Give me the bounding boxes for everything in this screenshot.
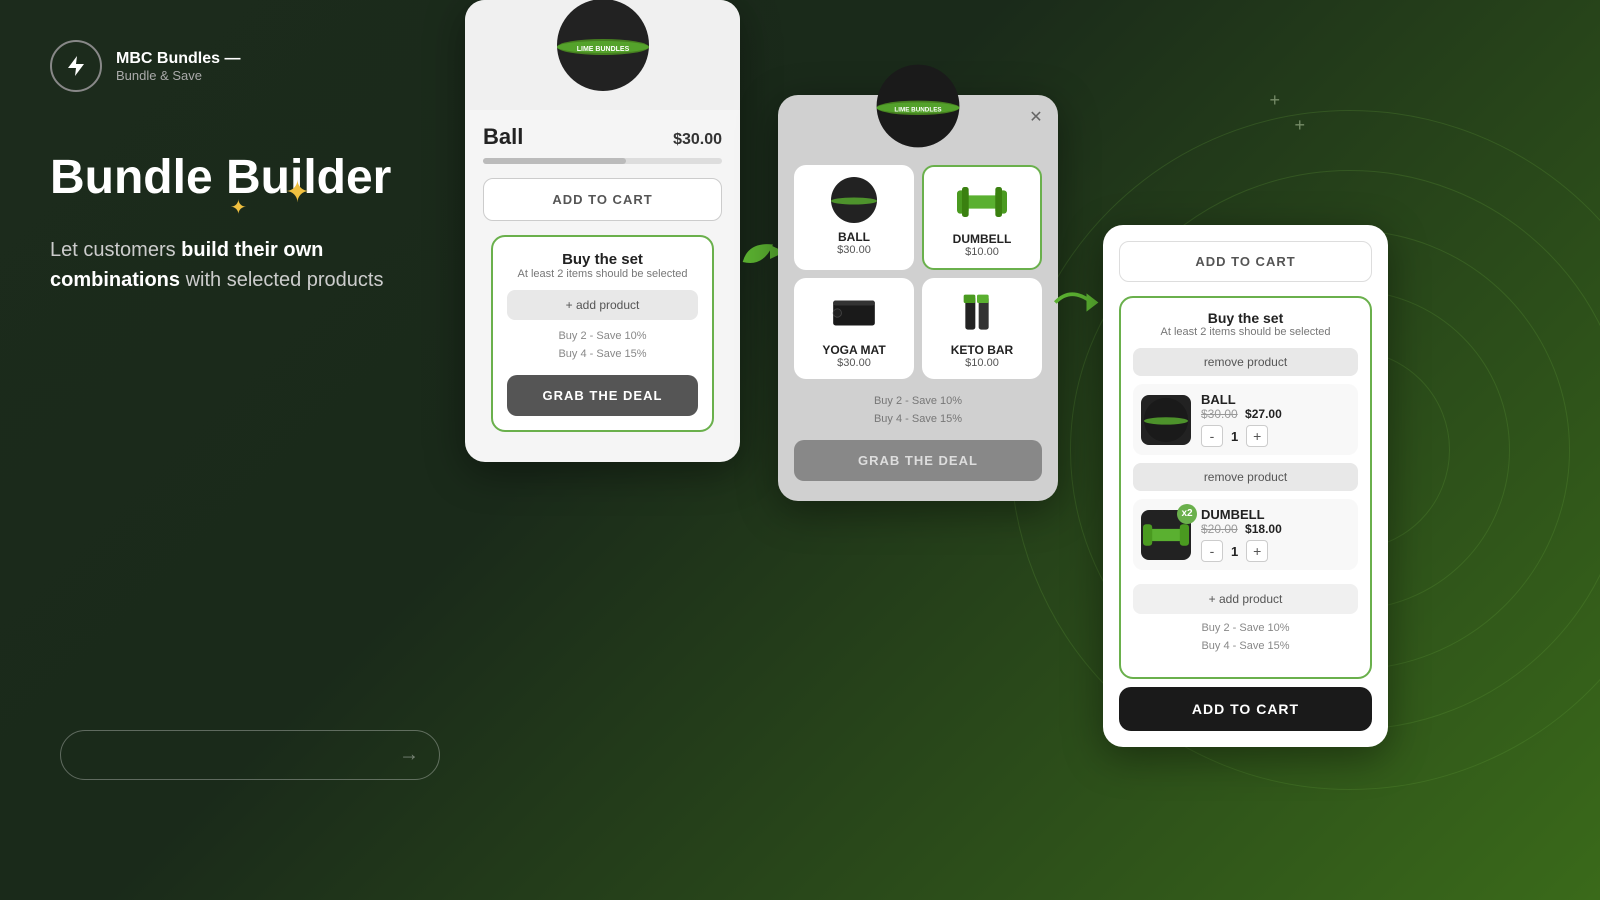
- product-cell-keto-bar[interactable]: KETO BAR $10.00: [922, 278, 1042, 379]
- ball-qty-value: 1: [1231, 429, 1238, 444]
- plus-decoration-2: +: [1294, 115, 1305, 136]
- ball-price-original: $30.00: [1201, 407, 1238, 421]
- dumbell-badge: x2: [1177, 504, 1197, 524]
- ball-item-prices: $30.00 $27.00: [1201, 407, 1350, 421]
- ball-cell-name: BALL: [802, 230, 906, 244]
- bundle-savings-3: Buy 2 - Save 10% Buy 4 - Save 15%: [1133, 620, 1358, 655]
- logo-title: MBC Bundles —: [116, 50, 240, 68]
- ball-image-2: LIME BUNDLES: [873, 61, 963, 151]
- plus-decoration-1: +: [1269, 90, 1280, 111]
- keto-bar-cell-icon: [957, 288, 1007, 338]
- progress-bar: [483, 158, 722, 164]
- yoga-mat-cell-icon: [829, 288, 879, 338]
- card1-body: Ball $30.00 ADD TO CART Buy the set At l…: [465, 110, 740, 442]
- close-button[interactable]: ✕: [1024, 105, 1048, 129]
- product-selection-card: LIME BUNDLES ✕ BALL $30.00 DUMBELL $10.: [778, 95, 1058, 501]
- logo-area: MBC Bundles — Bundle & Save: [50, 40, 410, 92]
- svg-text:LIME BUNDLES: LIME BUNDLES: [576, 46, 629, 53]
- ball-item-info: BALL $30.00 $27.00 - 1 +: [1201, 392, 1350, 447]
- ball-qty-plus[interactable]: +: [1246, 425, 1268, 447]
- product-price-1: $30.00: [673, 131, 722, 149]
- dumbell-price-sale: $18.00: [1245, 522, 1282, 536]
- product-detail-card: ADD TO CART Buy the set At least 2 items…: [1103, 225, 1388, 747]
- dumbell-item-prices: $20.00 $18.00: [1201, 522, 1350, 536]
- bundle-title-3: Buy the set: [1133, 310, 1358, 326]
- product-name-1: Ball: [483, 124, 523, 150]
- ball-price-sale: $27.00: [1245, 407, 1282, 421]
- ball-item-image: [1141, 395, 1191, 445]
- dumbell-item-img-wrapper: x2: [1141, 510, 1191, 560]
- logo-text: MBC Bundles — Bundle & Save: [116, 50, 240, 83]
- arrow-decoration: [60, 730, 440, 780]
- dumbell-qty-control: - 1 +: [1201, 540, 1350, 562]
- dumbell-qty-plus[interactable]: +: [1246, 540, 1268, 562]
- keto-bar-cell-name: KETO BAR: [930, 343, 1034, 357]
- dumbell-qty-minus[interactable]: -: [1201, 540, 1223, 562]
- ball-image-1: LIME BUNDLES: [553, 0, 653, 95]
- bundle-box-1: Buy the set At least 2 items should be s…: [491, 235, 714, 432]
- product-info-row: Ball $30.00: [483, 124, 722, 150]
- bundle-savings-1: Buy 2 - Save 10% Buy 4 - Save 15%: [507, 328, 698, 363]
- bundle-box-3: Buy the set At least 2 items should be s…: [1119, 296, 1372, 679]
- ball-qty-control: - 1 +: [1201, 425, 1350, 447]
- dumbell-cell-icon: [957, 177, 1007, 227]
- add-product-button-1[interactable]: + add product: [507, 290, 698, 320]
- dumbell-item-name: DUMBELL: [1201, 507, 1350, 522]
- dumbell-cell-name: DUMBELL: [932, 232, 1032, 246]
- svg-text:LIME BUNDLES: LIME BUNDLES: [894, 106, 941, 113]
- add-to-cart-button-top[interactable]: ADD TO CART: [1119, 241, 1372, 282]
- ball-cell-price: $30.00: [802, 244, 906, 256]
- product-item-ball: BALL $30.00 $27.00 - 1 +: [1133, 384, 1358, 455]
- keto-bar-cell-price: $10.00: [930, 357, 1034, 369]
- add-to-cart-button-1[interactable]: ADD TO CART: [483, 178, 722, 221]
- remove-product-button-1[interactable]: remove product: [1133, 348, 1358, 376]
- product-card-1: LIME BUNDLES Ball $30.00 ADD TO CART Buy…: [465, 0, 740, 462]
- bundle-subtitle-3: At least 2 items should be selected: [1133, 326, 1358, 338]
- left-panel: MBC Bundles — Bundle & Save Bundle Build…: [0, 0, 460, 900]
- remove-product-button-2[interactable]: remove product: [1133, 463, 1358, 491]
- bundle-title-1: Buy the set: [507, 251, 698, 268]
- products-grid: BALL $30.00 DUMBELL $10.00 YOGA MAT $30.: [794, 165, 1042, 379]
- add-product-button-3[interactable]: + add product: [1133, 584, 1358, 614]
- product-cell-dumbell[interactable]: DUMBELL $10.00: [922, 165, 1042, 270]
- card2-savings: Buy 2 - Save 10% Buy 4 - Save 15%: [794, 393, 1042, 428]
- hero-description: Let customers build their own combinatio…: [50, 235, 410, 295]
- dumbell-qty-value: 1: [1231, 544, 1238, 559]
- grab-deal-button-2[interactable]: GRAB THE DEAL: [794, 440, 1042, 481]
- arrow-line: [60, 730, 440, 780]
- grab-deal-button-1[interactable]: GRAB THE DEAL: [507, 375, 698, 416]
- logo-icon: [50, 40, 102, 92]
- yoga-mat-cell-name: YOGA MAT: [802, 343, 906, 357]
- sparkle-decoration: ✦ ✦: [230, 175, 310, 225]
- card1-image-area: LIME BUNDLES: [465, 0, 740, 110]
- logo-subtitle: Bundle & Save: [116, 68, 240, 83]
- sparkle-small-icon: ✦: [230, 195, 247, 220]
- product-cell-yoga-mat[interactable]: YOGA MAT $30.00: [794, 278, 914, 379]
- progress-bar-fill: [483, 158, 626, 164]
- sparkle-big-icon: ✦: [285, 175, 310, 210]
- product-cell-ball[interactable]: BALL $30.00: [794, 165, 914, 270]
- ball-qty-minus[interactable]: -: [1201, 425, 1223, 447]
- dumbell-item-info: DUMBELL $20.00 $18.00 - 1 +: [1201, 507, 1350, 562]
- bundle-subtitle-1: At least 2 items should be selected: [507, 268, 698, 280]
- dumbell-price-original: $20.00: [1201, 522, 1238, 536]
- card2-ball-area: LIME BUNDLES: [794, 61, 1042, 151]
- ball-cell-icon: [829, 175, 879, 225]
- yoga-mat-cell-price: $30.00: [802, 357, 906, 369]
- add-to-cart-button-bottom[interactable]: ADD TO CART: [1119, 687, 1372, 731]
- green-arrow-2: [1048, 275, 1103, 335]
- dumbell-cell-price: $10.00: [932, 246, 1032, 258]
- ball-item-name: BALL: [1201, 392, 1350, 407]
- product-item-dumbell: x2 DUMBELL $20.00 $18.00 - 1 +: [1133, 499, 1358, 570]
